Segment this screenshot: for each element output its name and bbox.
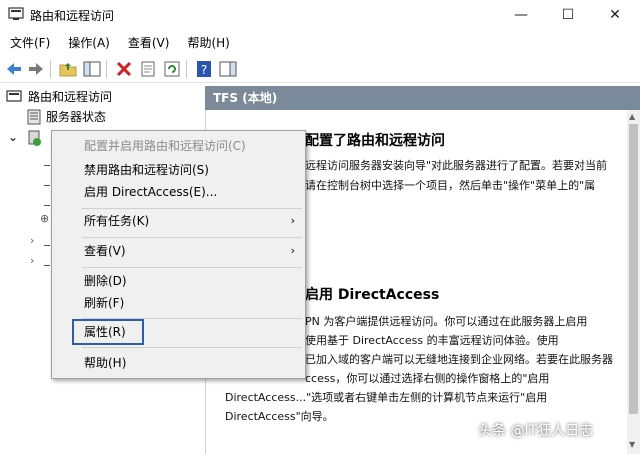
tree-branch-line [44, 205, 50, 206]
refresh-icon[interactable] [162, 59, 182, 79]
tree-item-label: 路由和远程访问 [28, 90, 113, 104]
maximize-button[interactable]: ☐ [545, 0, 591, 30]
menu-bar: 文件(F) 操作(A) 查看(V) 帮助(H) [0, 32, 640, 54]
menu-item-all-tasks[interactable]: 所有任务(K) › [52, 211, 305, 231]
toolbar-separator [186, 60, 187, 78]
server-node-icon[interactable] [26, 129, 44, 147]
scroll-up-arrow-icon[interactable]: ▲ [629, 112, 635, 121]
up-folder-icon[interactable] [58, 59, 78, 79]
menu-view[interactable]: 查看(V) [118, 32, 178, 54]
toolbar: ? [0, 56, 640, 83]
submenu-arrow-icon: › [290, 214, 295, 227]
tree-item-label: 服务器状态 [46, 110, 107, 124]
action-pane-icon[interactable] [218, 59, 238, 79]
result-pane-header: TFS (本地) [205, 86, 640, 110]
window-title: 路由和远程访问 [30, 9, 115, 23]
menu-item-refresh[interactable]: 刷新(F) [52, 293, 305, 313]
menu-separator [82, 208, 302, 209]
menu-item-disable[interactable]: 禁用路由和远程访问(S) [52, 160, 305, 180]
section-title-directaccess: 启用 DirectAccess [305, 287, 440, 303]
console-tree-icon[interactable] [82, 59, 102, 79]
menu-item-help[interactable]: 帮助(H) [52, 353, 305, 373]
tree-expand-chevron[interactable]: › [30, 254, 34, 267]
menu-item-delete[interactable]: 删除(D) [52, 271, 305, 291]
svg-text:?: ? [201, 63, 207, 77]
scroll-down-arrow-icon[interactable]: ▼ [629, 440, 635, 449]
menu-item-view[interactable]: 查看(V) › [52, 241, 305, 261]
section-title-configured: 配置了路由和远程访问 [305, 133, 445, 149]
tree-expand-chevron[interactable]: ⌄ [8, 127, 22, 147]
section-text-line: ccess，你可以通过选择右侧的操作窗格上的"启用 [305, 372, 550, 385]
rras-root-icon [6, 90, 22, 102]
app-icon [8, 7, 24, 20]
tree-branch-line [44, 245, 50, 246]
scroll-thumb[interactable] [629, 124, 638, 414]
help-icon[interactable]: ? [194, 59, 214, 79]
properties-icon[interactable] [138, 59, 158, 79]
back-arrow-icon[interactable] [4, 59, 24, 79]
section-text-line: DirectAccess"向导。 [225, 410, 334, 423]
section-text-line: DirectAccess..."选项或者右键单击左侧的计算机节点来运行"启用 [225, 391, 548, 404]
section-text-line: 已加入域的客户端可以无缝地连接到企业网络。若要在此服务器 [305, 353, 613, 366]
delete-icon[interactable] [114, 59, 134, 79]
section-text-line: 远程访问服务器安装向导"对此服务器进行了配置。若要对当前 [305, 159, 608, 172]
section-text-line: PN 为客户端提供远程访问。你可以通过在此服务器上启用 [305, 315, 588, 328]
toolbar-separator [50, 60, 51, 78]
close-button[interactable]: ✕ [592, 0, 638, 30]
menu-action[interactable]: 操作(A) [58, 32, 118, 54]
toolbar-separator [106, 60, 107, 78]
menu-item-enable-directaccess[interactable]: 启用 DirectAccess(E)... [52, 182, 305, 202]
menu-file[interactable]: 文件(F) [0, 32, 58, 54]
tree-expand-chevron[interactable]: › [30, 234, 34, 247]
tree-branch-line [44, 265, 50, 266]
menu-separator [82, 347, 302, 348]
forward-arrow-icon[interactable] [26, 59, 46, 79]
section-text-line: 请在控制台树中选择一个项目，然后单击"操作"菜单上的"属 [305, 179, 596, 192]
tree-node-icon: ⊕ [40, 212, 50, 225]
server-list-icon [27, 109, 41, 125]
menu-item-configure-enable[interactable]: 配置并启用路由和远程访问(C) [52, 136, 305, 156]
tree-branch-line [44, 185, 50, 186]
submenu-arrow-icon: › [290, 244, 295, 257]
tree-branch-line [44, 165, 50, 166]
section-text-line: 使用基于 DirectAccess 的丰富远程访问体验。使用 [305, 334, 559, 347]
watermark-text: 头条 @IT狂人日志 [478, 423, 594, 439]
minimize-button[interactable]: — [498, 0, 544, 30]
menu-help[interactable]: 帮助(H) [177, 32, 237, 54]
menu-separator [82, 237, 302, 238]
menu-separator [82, 267, 302, 268]
properties-highlight-box [72, 319, 144, 345]
